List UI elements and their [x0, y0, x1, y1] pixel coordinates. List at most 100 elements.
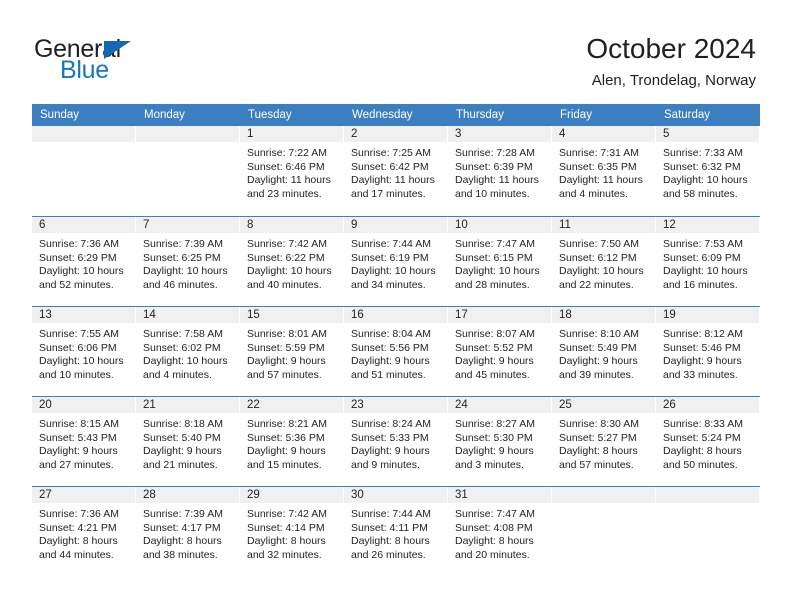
day-detail-line: and 38 minutes.: [143, 548, 218, 561]
day-details: Sunrise: 8:18 AM Sunset: 5:40 PM Daylight:…: [136, 413, 240, 472]
day-detail-line: Sunset: 5:33 PM: [351, 431, 429, 444]
logo-text-blue: Blue: [60, 56, 109, 84]
calendar-day-cell[interactable]: 11 Sunrise: 7:50 AM Sunset: 6:12 PM Dayligh…: [552, 217, 656, 306]
calendar-day-cell[interactable]: 24 Sunrise: 8:27 AM Sunset: 5:30 PM Dayligh…: [448, 397, 552, 486]
day-number: 23: [344, 397, 448, 413]
day-detail-line: Sunset: 5:46 PM: [663, 341, 741, 354]
day-number: 14: [136, 307, 240, 323]
day-details: Sunrise: 8:30 AM Sunset: 5:27 PM Daylight:…: [552, 413, 656, 472]
day-detail-line: Sunrise: 8:12 AM: [663, 328, 743, 340]
calendar-day-cell[interactable]: 31 Sunrise: 7:47 AM Sunset: 4:08 PM Dayligh…: [448, 487, 552, 576]
page-header: General Blue October 2024 Alen, Trondela…: [0, 0, 792, 103]
calendar-day-cell[interactable]: 30 Sunrise: 7:44 AM Sunset: 4:11 PM Dayligh…: [344, 487, 448, 576]
calendar-week-row: 1 Sunrise: 7:22 AM Sunset: 6:46 PM Daylight…: [32, 126, 760, 216]
day-of-week-header: Sunday Monday Tuesday Wednesday Thursday…: [32, 104, 760, 126]
day-detail-line: and 46 minutes.: [143, 278, 218, 291]
calendar-day-cell[interactable]: 26 Sunrise: 8:33 AM Sunset: 5:24 PM Dayligh…: [656, 397, 760, 486]
day-detail-line: and 20 minutes.: [455, 548, 530, 561]
day-detail-line: and 33 minutes.: [663, 368, 738, 381]
day-detail-line: Sunrise: 7:39 AM: [143, 238, 223, 250]
day-details: Sunrise: 8:12 AM Sunset: 5:46 PM Daylight:…: [656, 323, 760, 382]
calendar-day-cell[interactable]: 15 Sunrise: 8:01 AM Sunset: 5:59 PM Dayligh…: [240, 307, 344, 396]
general-blue-logo: General Blue: [34, 37, 214, 87]
day-detail-line: Daylight: 10 hours: [143, 355, 228, 368]
day-detail-line: Sunset: 6:35 PM: [559, 160, 637, 173]
calendar-day-cell[interactable]: 14 Sunrise: 7:58 AM Sunset: 6:02 PM Dayligh…: [136, 307, 240, 396]
day-detail-line: and 40 minutes.: [247, 278, 322, 291]
calendar-day-cell[interactable]: 10 Sunrise: 7:47 AM Sunset: 6:15 PM Dayligh…: [448, 217, 552, 306]
calendar-day-cell[interactable]: 5 Sunrise: 7:33 AM Sunset: 6:32 PM Daylight…: [656, 126, 760, 216]
day-number: 11: [552, 217, 656, 233]
day-detail-line: Daylight: 10 hours: [351, 265, 436, 278]
day-detail-line: Sunrise: 7:36 AM: [39, 238, 119, 250]
calendar-day-cell[interactable]: 27 Sunrise: 7:36 AM Sunset: 4:21 PM Dayligh…: [32, 487, 136, 576]
calendar-day-cell[interactable]: 23 Sunrise: 8:24 AM Sunset: 5:33 PM Dayligh…: [344, 397, 448, 486]
calendar-week-row: 20 Sunrise: 8:15 AM Sunset: 5:43 PM Dayligh…: [32, 396, 760, 486]
day-detail-line: Daylight: 8 hours: [39, 535, 118, 548]
calendar-day-cell[interactable]: 13 Sunrise: 7:55 AM Sunset: 6:06 PM Dayligh…: [32, 307, 136, 396]
calendar-day-cell[interactable]: 17 Sunrise: 8:07 AM Sunset: 5:52 PM Dayligh…: [448, 307, 552, 396]
calendar-day-cell[interactable]: 16 Sunrise: 8:04 AM Sunset: 5:56 PM Dayligh…: [344, 307, 448, 396]
day-detail-line: Sunrise: 8:18 AM: [143, 418, 223, 430]
day-number: [656, 487, 760, 503]
day-number: [32, 126, 136, 142]
day-details: Sunrise: 8:04 AM Sunset: 5:56 PM Daylight:…: [344, 323, 448, 382]
day-number: 28: [136, 487, 240, 503]
day-detail-line: and 39 minutes.: [559, 368, 634, 381]
day-detail-line: Sunset: 6:15 PM: [455, 251, 533, 264]
day-detail-line: Daylight: 9 hours: [455, 355, 534, 368]
day-detail-line: Sunset: 6:29 PM: [39, 251, 117, 264]
day-details: Sunrise: 7:25 AM Sunset: 6:42 PM Daylight:…: [344, 142, 448, 201]
calendar-day-cell[interactable]: 8 Sunrise: 7:42 AM Sunset: 6:22 PM Daylight…: [240, 217, 344, 306]
day-details: Sunrise: 7:33 AM Sunset: 6:32 PM Daylight:…: [656, 142, 760, 201]
day-detail-line: and 23 minutes.: [247, 187, 322, 200]
day-number: 21: [136, 397, 240, 413]
calendar-day-cell[interactable]: 19 Sunrise: 8:12 AM Sunset: 5:46 PM Dayligh…: [656, 307, 760, 396]
calendar-day-cell[interactable]: 12 Sunrise: 7:53 AM Sunset: 6:09 PM Dayligh…: [656, 217, 760, 306]
calendar-page: General Blue October 2024 Alen, Trondela…: [0, 0, 792, 612]
day-details: Sunrise: 7:28 AM Sunset: 6:39 PM Daylight:…: [448, 142, 552, 201]
calendar-day-cell[interactable]: 18 Sunrise: 8:10 AM Sunset: 5:49 PM Dayligh…: [552, 307, 656, 396]
calendar-day-cell[interactable]: 9 Sunrise: 7:44 AM Sunset: 6:19 PM Daylight…: [344, 217, 448, 306]
day-detail-line: Sunrise: 8:21 AM: [247, 418, 327, 430]
day-detail-line: Sunrise: 7:22 AM: [247, 147, 327, 159]
calendar-day-cell[interactable]: 28 Sunrise: 7:39 AM Sunset: 4:17 PM Dayligh…: [136, 487, 240, 576]
calendar-day-cell[interactable]: 21 Sunrise: 8:18 AM Sunset: 5:40 PM Dayligh…: [136, 397, 240, 486]
calendar-day-cell[interactable]: 4 Sunrise: 7:31 AM Sunset: 6:35 PM Daylight…: [552, 126, 656, 216]
day-detail-line: Daylight: 10 hours: [663, 265, 748, 278]
day-detail-line: Daylight: 10 hours: [559, 265, 644, 278]
day-detail-line: Daylight: 11 hours: [455, 174, 539, 187]
day-detail-line: Sunset: 5:56 PM: [351, 341, 429, 354]
calendar-day-cell[interactable]: 1 Sunrise: 7:22 AM Sunset: 6:46 PM Daylight…: [240, 126, 344, 216]
day-detail-line: Daylight: 8 hours: [351, 535, 430, 548]
day-detail-line: Sunset: 6:06 PM: [39, 341, 117, 354]
day-number: 4: [552, 126, 656, 142]
calendar-day-cell[interactable]: 22 Sunrise: 8:21 AM Sunset: 5:36 PM Dayligh…: [240, 397, 344, 486]
day-detail-line: and 4 minutes.: [559, 187, 628, 200]
calendar-day-cell[interactable]: 25 Sunrise: 8:30 AM Sunset: 5:27 PM Dayligh…: [552, 397, 656, 486]
dow-friday: Friday: [560, 109, 592, 121]
calendar-day-cell[interactable]: 2 Sunrise: 7:25 AM Sunset: 6:42 PM Daylight…: [344, 126, 448, 216]
day-number: 13: [32, 307, 136, 323]
calendar-day-cell[interactable]: 20 Sunrise: 8:15 AM Sunset: 5:43 PM Dayligh…: [32, 397, 136, 486]
calendar-day-cell[interactable]: 3 Sunrise: 7:28 AM Sunset: 6:39 PM Daylight…: [448, 126, 552, 216]
calendar-day-cell[interactable]: 7 Sunrise: 7:39 AM Sunset: 6:25 PM Daylight…: [136, 217, 240, 306]
calendar-day-cell-empty: [552, 487, 656, 576]
day-detail-line: Sunrise: 8:33 AM: [663, 418, 743, 430]
day-detail-line: Daylight: 11 hours: [559, 174, 643, 187]
day-detail-line: Sunrise: 7:55 AM: [39, 328, 119, 340]
dow-monday: Monday: [144, 109, 185, 121]
calendar-day-cell-empty: [136, 126, 240, 216]
day-detail-line: Sunset: 6:25 PM: [143, 251, 221, 264]
day-details: Sunrise: 8:21 AM Sunset: 5:36 PM Daylight:…: [240, 413, 344, 472]
dow-sunday: Sunday: [40, 109, 80, 121]
day-detail-line: and 15 minutes.: [247, 458, 322, 471]
calendar-day-cell[interactable]: 29 Sunrise: 7:42 AM Sunset: 4:14 PM Dayligh…: [240, 487, 344, 576]
day-number: 19: [656, 307, 760, 323]
day-number: 6: [32, 217, 136, 233]
calendar-day-cell[interactable]: 6 Sunrise: 7:36 AM Sunset: 6:29 PM Daylight…: [32, 217, 136, 306]
day-detail-line: Daylight: 8 hours: [143, 535, 222, 548]
day-details: Sunrise: 7:36 AM Sunset: 4:21 PM Daylight:…: [32, 503, 136, 562]
day-number: 9: [344, 217, 448, 233]
day-detail-line: Sunrise: 7:50 AM: [559, 238, 639, 250]
